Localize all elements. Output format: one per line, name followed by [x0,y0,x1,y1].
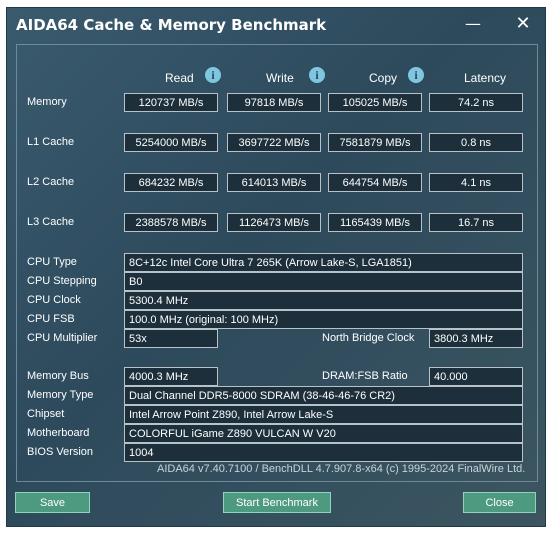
start-benchmark-button[interactable]: Start Benchmark [223,492,331,513]
memory-bus-label: Memory Bus [27,370,89,382]
header-copy: Copy [369,71,398,85]
l3-read: 2388578 MB/s [124,213,218,232]
l2-latency: 4.1 ns [429,173,523,192]
l3-latency: 16.7 ns [429,213,523,232]
header-read: Read [165,71,194,85]
copy-info-icon[interactable]: i [408,67,424,83]
dram-fsb-ratio-value: 40.000 [429,367,523,386]
l3-copy: 1165439 MB/s [328,213,422,232]
cpu-fsb-value: 100.0 MHz (original: 100 MHz) [124,310,523,329]
motherboard-value: COLORFUL iGame Z890 VULCAN W V20 [124,424,523,443]
l1-latency: 0.8 ns [429,133,523,152]
memory-copy: 105025 MB/s [328,93,422,112]
bios-version-value: 1004 [124,443,523,462]
close-icon[interactable]: ✕ [509,13,537,35]
dram-fsb-ratio-label: DRAM:FSB Ratio [322,370,408,382]
copyright-footer: AIDA64 v7.40.7100 / BenchDLL 4.7.907.8-x… [157,463,526,475]
memory-write: 97818 MB/s [227,93,321,112]
l3-write: 1126473 MB/s [227,213,321,232]
memory-bus-value: 4000.3 MHz [124,367,218,386]
row-label-l1: L1 Cache [27,136,75,148]
cpu-stepping-label: CPU Stepping [27,275,97,287]
row-label-l3: L3 Cache [27,216,75,228]
header-latency: Latency [464,71,507,85]
row-label-memory: Memory [27,96,67,108]
cpu-multiplier-label: CPU Multiplier [27,332,98,344]
header-write: Write [266,71,294,85]
close-button[interactable]: Close [463,492,536,513]
l2-write: 614013 MB/s [227,173,321,192]
l1-write: 3697722 MB/s [227,133,321,152]
minimize-button[interactable]: — [459,13,487,35]
cpu-multiplier-value: 53x [124,329,218,348]
chipset-label: Chipset [27,408,65,420]
l1-copy: 7581879 MB/s [328,133,422,152]
benchmark-window: AIDA64 Cache & Memory Benchmark — ✕ Read… [7,8,545,526]
window-title: AIDA64 Cache & Memory Benchmark [16,16,327,34]
cpu-clock-value: 5300.4 MHz [124,291,523,310]
write-info-icon[interactable]: i [309,67,325,83]
l2-read: 684232 MB/s [124,173,218,192]
l2-copy: 644754 MB/s [328,173,422,192]
memory-latency: 74.2 ns [429,93,523,112]
bios-version-label: BIOS Version [27,446,94,458]
cpu-stepping-value: B0 [124,272,523,291]
memory-read: 120737 MB/s [124,93,218,112]
cpu-type-label: CPU Type [27,256,77,268]
read-info-icon[interactable]: i [205,67,221,83]
results-panel: Read i Write i Copy i Latency Memory 120… [16,44,538,482]
memory-type-value: Dual Channel DDR5-8000 SDRAM (38-46-46-7… [124,386,523,405]
l1-read: 5254000 MB/s [124,133,218,152]
north-bridge-clock-label: North Bridge Clock [322,332,415,344]
row-label-l2: L2 Cache [27,176,75,188]
cpu-fsb-label: CPU FSB [27,313,75,325]
chipset-value: Intel Arrow Point Z890, Intel Arrow Lake… [124,405,523,424]
motherboard-label: Motherboard [27,427,90,439]
north-bridge-clock-value: 3800.3 MHz [429,329,523,348]
save-button[interactable]: Save [15,492,90,513]
cpu-type-value: 8C+12c Intel Core Ultra 7 265K (Arrow La… [124,253,523,272]
cpu-clock-label: CPU Clock [27,294,81,306]
memory-type-label: Memory Type [27,389,94,401]
